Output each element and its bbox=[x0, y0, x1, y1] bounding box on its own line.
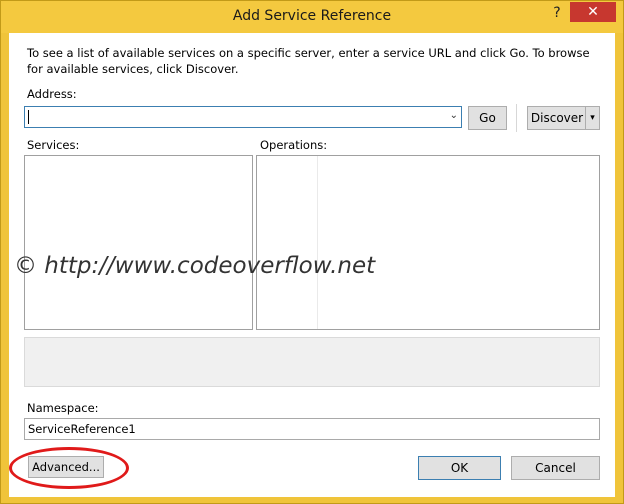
help-icon[interactable]: ? bbox=[548, 4, 566, 22]
discover-dropdown-icon[interactable]: ▾ bbox=[585, 106, 600, 130]
operations-label: Operations: bbox=[260, 138, 328, 152]
instructions-text: To see a list of available services on a… bbox=[27, 46, 590, 76]
namespace-label: Namespace: bbox=[27, 401, 99, 415]
description-panel bbox=[24, 337, 600, 387]
namespace-input[interactable]: ServiceReference1 bbox=[24, 418, 600, 440]
text-caret bbox=[28, 110, 29, 124]
window-title: Add Service Reference bbox=[232, 8, 392, 24]
highlight-annotation bbox=[9, 447, 129, 489]
address-label: Address: bbox=[27, 87, 77, 101]
address-combobox[interactable]: ⌄ bbox=[24, 106, 462, 128]
operations-column-divider bbox=[317, 156, 318, 329]
title-bar: Add Service Reference ? ✕ bbox=[1, 1, 623, 33]
go-button[interactable]: Go bbox=[468, 106, 507, 130]
chevron-down-icon[interactable]: ⌄ bbox=[450, 110, 458, 121]
watermark-text: © http://www.codeoverflow.net bbox=[14, 253, 376, 279]
services-label: Services: bbox=[27, 138, 80, 152]
toolbar-divider bbox=[516, 104, 517, 132]
services-tree[interactable] bbox=[24, 155, 253, 330]
operations-list[interactable] bbox=[256, 155, 600, 330]
discover-button[interactable]: Discover bbox=[527, 106, 587, 130]
cancel-button[interactable]: Cancel bbox=[511, 456, 600, 480]
close-icon[interactable]: ✕ bbox=[570, 2, 616, 22]
ok-button[interactable]: OK bbox=[418, 456, 501, 480]
